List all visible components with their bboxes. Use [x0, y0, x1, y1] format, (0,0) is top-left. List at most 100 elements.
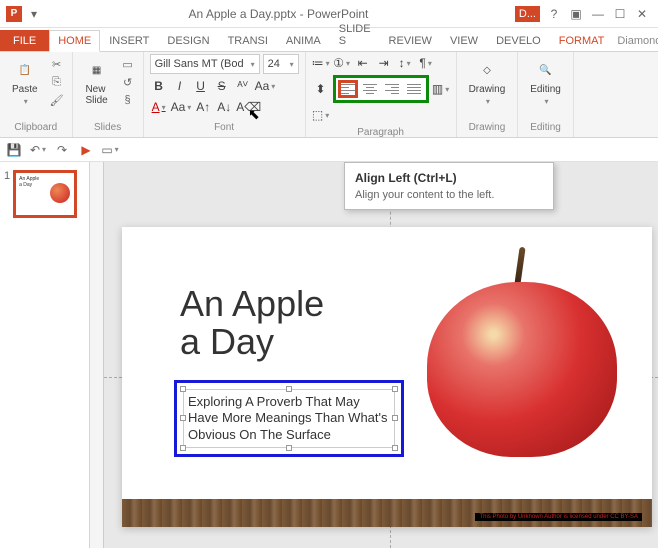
apple-body — [427, 282, 617, 457]
strike-button[interactable]: S — [213, 77, 231, 95]
resize-handle[interactable] — [180, 386, 186, 392]
undo-icon[interactable]: ↶▾ — [30, 142, 46, 158]
tab-format[interactable]: FORMAT — [550, 30, 614, 51]
change-case-button[interactable]: Aa▾ — [171, 98, 192, 116]
slide[interactable]: An Apple a Day Exploring A Proverb That … — [122, 227, 652, 527]
align-right-button[interactable] — [382, 80, 402, 98]
sort-button[interactable]: ⬍ — [312, 80, 330, 98]
tab-slideshow[interactable]: SLIDE S — [330, 18, 380, 51]
align-center-button[interactable] — [360, 80, 380, 98]
thumbnail-panel: 1 An Apple a Day — [0, 162, 90, 548]
find-icon: 🔍 — [534, 58, 558, 82]
new-slide-label: New Slide — [85, 84, 107, 106]
subtitle-textbox[interactable]: Exploring A Proverb That May Have More M… — [183, 389, 395, 448]
help-icon[interactable]: ? — [546, 6, 562, 22]
reset-icon[interactable]: ↺ — [119, 74, 137, 90]
align-group-highlight — [333, 75, 429, 103]
format-painter-icon[interactable]: 🖌 — [48, 92, 66, 108]
tab-animations[interactable]: ANIMA — [277, 30, 330, 51]
drawing-label: Drawing — [469, 84, 506, 95]
shrink-font-button[interactable]: A↓ — [215, 98, 233, 116]
align-left-button[interactable] — [338, 80, 358, 98]
paste-button[interactable]: 📋 Paste ▾ — [6, 54, 44, 110]
resize-handle[interactable] — [392, 386, 398, 392]
resize-handle[interactable] — [286, 386, 292, 392]
text-direction-button[interactable]: ¶▾ — [417, 54, 435, 72]
shapes-icon: ◇ — [475, 58, 499, 82]
grow-font-button[interactable]: A↑ — [194, 98, 212, 116]
save-icon[interactable]: 💾 — [6, 142, 22, 158]
slide-title[interactable]: An Apple a Day — [180, 285, 324, 361]
vertical-ruler — [90, 162, 104, 548]
section-icon[interactable]: § — [119, 92, 137, 108]
font-group-label: Font — [150, 122, 299, 135]
line-spacing-button[interactable]: ↕▾ — [396, 54, 414, 72]
thumb-apple-icon — [50, 183, 70, 203]
editing-button[interactable]: 🔍 Editing ▾ — [524, 54, 567, 110]
editing-label: Editing — [530, 84, 561, 95]
tab-developer[interactable]: DEVELO — [487, 30, 550, 51]
cut-icon[interactable]: ✂ — [48, 56, 66, 72]
qat-caret-icon[interactable]: ▾ — [26, 6, 42, 22]
resize-handle[interactable] — [286, 445, 292, 451]
slides-group-label: Slides — [79, 122, 137, 135]
start-from-beginning-icon[interactable]: ▶ — [78, 142, 94, 158]
layout-icon[interactable]: ▭ — [119, 56, 137, 72]
resize-handle[interactable] — [392, 445, 398, 451]
new-slide-button[interactable]: ▦ New Slide — [79, 54, 115, 110]
indent-dec-button[interactable]: ⇤ — [354, 54, 372, 72]
ribbon: 📋 Paste ▾ ✂ ⎘ 🖌 Clipboard ▦ New Slide ▭ … — [0, 52, 658, 138]
paste-label: Paste — [12, 84, 38, 95]
minimize-icon[interactable]: — — [590, 6, 606, 22]
shadow-button[interactable]: ᴬⱽ — [234, 77, 252, 95]
resize-handle[interactable] — [180, 445, 186, 451]
subtitle-text: Exploring A Proverb That May Have More M… — [188, 394, 388, 442]
bullets-button[interactable]: ≔▾ — [312, 54, 330, 72]
qat-more-icon[interactable]: ▭▾ — [102, 142, 118, 158]
font-name-select[interactable]: Gill Sans MT (Bod▾ — [150, 54, 260, 74]
tab-home[interactable]: HOME — [49, 30, 100, 52]
tooltip-text: Align your content to the left. — [355, 189, 543, 201]
bold-button[interactable]: B — [150, 77, 168, 95]
redo-icon[interactable]: ↷ — [54, 142, 70, 158]
clipboard-group-label: Clipboard — [6, 122, 66, 135]
slide-thumbnail[interactable]: An Apple a Day — [13, 170, 77, 218]
subtitle-highlight: Exploring A Proverb That May Have More M… — [174, 380, 404, 457]
font-size-select[interactable]: 24▾ — [263, 54, 299, 74]
spacing-button[interactable]: Aa▾ — [255, 77, 276, 95]
align-left-tooltip: Align Left (Ctrl+L) Align your content t… — [344, 162, 554, 210]
tab-insert[interactable]: INSERT — [100, 30, 158, 51]
tab-review[interactable]: REVIEW — [380, 30, 441, 51]
copy-icon[interactable]: ⎘ — [48, 74, 66, 90]
tooltip-title: Align Left (Ctrl+L) — [355, 171, 543, 185]
numbering-button[interactable]: ①▾ — [333, 54, 351, 72]
font-color-button[interactable]: A▾ — [150, 98, 168, 116]
underline-button[interactable]: U — [192, 77, 210, 95]
ribbon-options-icon[interactable]: ▣ — [568, 6, 584, 22]
indent-inc-button[interactable]: ⇥ — [375, 54, 393, 72]
tell-me[interactable]: Diamond... — [613, 31, 658, 51]
slide-canvas[interactable]: Align Left (Ctrl+L) Align your content t… — [90, 162, 658, 548]
tab-transitions[interactable]: TRANSI — [219, 30, 277, 51]
tab-design[interactable]: DESIGN — [158, 30, 218, 51]
apple-image[interactable] — [417, 247, 627, 457]
tab-view[interactable]: VIEW — [441, 30, 487, 51]
columns-button[interactable]: ▥▾ — [432, 80, 450, 98]
editing-group-label: Editing — [524, 122, 567, 135]
resize-handle[interactable] — [180, 415, 186, 421]
smartart-button[interactable]: ⬚▾ — [312, 106, 330, 124]
close-icon[interactable]: ✕ — [634, 6, 650, 22]
drawing-button[interactable]: ◇ Drawing ▾ — [463, 54, 512, 110]
tab-file[interactable]: FILE — [0, 30, 49, 51]
floor-background: This Photo by Unknown Author is licensed… — [122, 499, 652, 527]
justify-button[interactable] — [404, 80, 424, 98]
clear-format-button[interactable]: A⌫ — [236, 98, 261, 116]
window-title: An Apple a Day.pptx - PowerPoint — [42, 7, 515, 21]
clipboard-icon: 📋 — [13, 58, 37, 82]
signin-badge[interactable]: D... — [515, 6, 540, 22]
apple-stem — [514, 247, 525, 285]
restore-icon[interactable]: ☐ — [612, 6, 628, 22]
resize-handle[interactable] — [392, 415, 398, 421]
italic-button[interactable]: I — [171, 77, 189, 95]
powerpoint-icon: P — [6, 6, 22, 22]
